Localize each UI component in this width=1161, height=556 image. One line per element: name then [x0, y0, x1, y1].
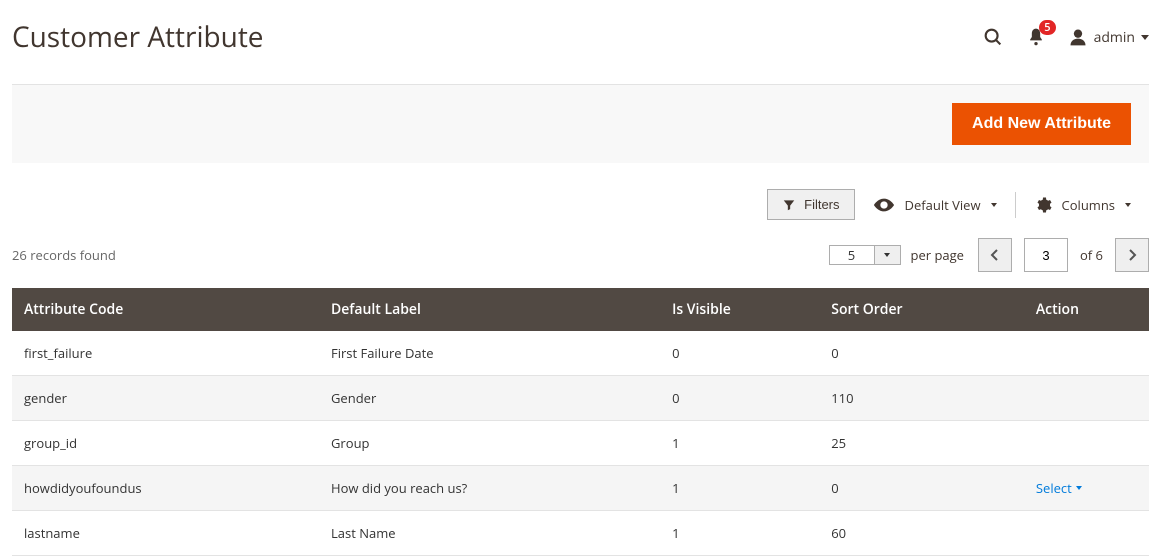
attributes-table: Attribute Code Default Label Is Visible … [12, 288, 1149, 556]
cell-default-label: Group [319, 421, 660, 466]
per-page-value: 5 [830, 246, 874, 264]
default-view-label: Default View [905, 196, 981, 214]
admin-user-label: admin [1094, 28, 1135, 47]
cell-action: Select [1024, 466, 1149, 511]
cell-is-visible: 1 [660, 421, 819, 466]
action-bar: Add New Attribute [12, 84, 1149, 163]
current-page-input[interactable] [1024, 238, 1068, 272]
admin-user-menu[interactable]: admin [1068, 27, 1149, 47]
default-view-control[interactable]: Default View [855, 196, 1015, 214]
add-new-attribute-button[interactable]: Add New Attribute [952, 103, 1131, 145]
cell-attribute-code: first_failure [12, 331, 319, 376]
chevron-down-icon [1125, 203, 1131, 207]
eye-icon [873, 198, 895, 212]
th-action: Action [1024, 288, 1149, 331]
user-icon [1068, 27, 1088, 47]
chevron-down-icon [884, 253, 890, 257]
cell-default-label: Gender [319, 376, 660, 421]
cell-attribute-code: group_id [12, 421, 319, 466]
chevron-down-icon [1141, 35, 1149, 40]
chevron-down-icon [991, 203, 997, 207]
prev-page-button[interactable] [978, 238, 1012, 272]
per-page-dropdown-arrow[interactable] [874, 246, 900, 264]
gear-icon [1034, 196, 1052, 214]
table-row[interactable]: group_idGroup125 [12, 421, 1149, 466]
th-attribute-code[interactable]: Attribute Code [12, 288, 319, 331]
cell-action [1024, 331, 1149, 376]
select-action-link[interactable]: Select [1036, 479, 1082, 497]
cell-is-visible: 0 [660, 331, 819, 376]
chevron-right-icon [1127, 249, 1137, 261]
table-row[interactable]: first_failureFirst Failure Date00 [12, 331, 1149, 376]
cell-is-visible: 0 [660, 376, 819, 421]
pager-row: 26 records found 5 per page of 6 [12, 238, 1149, 272]
th-is-visible[interactable]: Is Visible [660, 288, 819, 331]
chevron-left-icon [990, 249, 1000, 261]
table-row[interactable]: howdidyoufoundusHow did you reach us?10S… [12, 466, 1149, 511]
cell-sort-order: 110 [819, 376, 1024, 421]
cell-sort-order: 0 [819, 331, 1024, 376]
cell-attribute-code: howdidyoufoundus [12, 466, 319, 511]
grid-toolbar: Filters Default View Columns [12, 189, 1149, 220]
cell-sort-order: 25 [819, 421, 1024, 466]
columns-label: Columns [1062, 196, 1115, 214]
chevron-down-icon [1076, 486, 1082, 490]
cell-default-label: First Failure Date [319, 331, 660, 376]
cell-default-label: How did you reach us? [319, 466, 660, 511]
cell-action [1024, 421, 1149, 466]
search-icon[interactable] [982, 26, 1004, 48]
cell-is-visible: 1 [660, 466, 819, 511]
of-pages-label: of 6 [1080, 246, 1103, 264]
th-sort-order[interactable]: Sort Order [819, 288, 1024, 331]
columns-control[interactable]: Columns [1016, 196, 1149, 214]
page-title: Customer Attribute [12, 18, 264, 56]
per-page-select[interactable]: 5 [829, 245, 901, 265]
header-actions: 5 admin [982, 26, 1149, 48]
per-page-label: per page [911, 246, 964, 264]
th-default-label[interactable]: Default Label [319, 288, 660, 331]
notifications-icon[interactable]: 5 [1026, 27, 1046, 47]
records-found: 26 records found [12, 246, 116, 264]
table-row[interactable]: genderGender0110 [12, 376, 1149, 421]
filters-button[interactable]: Filters [767, 189, 854, 220]
next-page-button[interactable] [1115, 238, 1149, 272]
funnel-icon [782, 198, 796, 212]
notification-badge: 5 [1039, 20, 1055, 35]
cell-sort-order: 0 [819, 466, 1024, 511]
cell-attribute-code: gender [12, 376, 319, 421]
cell-action [1024, 376, 1149, 421]
filters-label: Filters [804, 197, 839, 212]
